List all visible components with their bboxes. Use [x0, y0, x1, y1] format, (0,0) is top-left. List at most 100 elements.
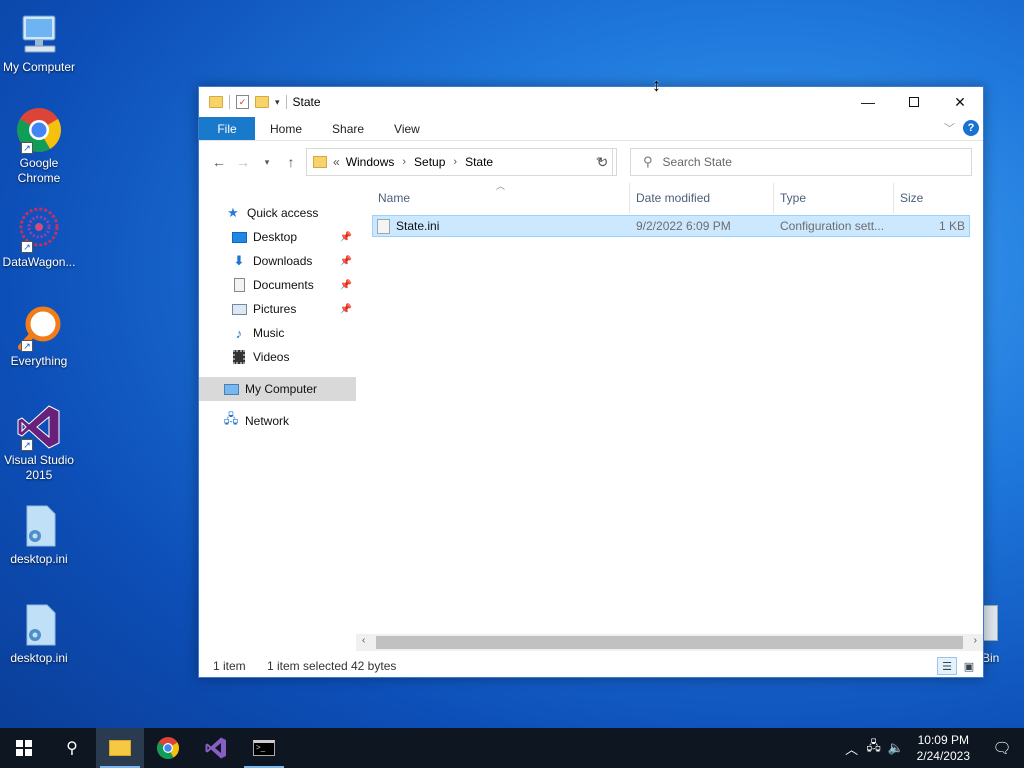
- chevron-right-icon[interactable]: ›: [453, 156, 457, 168]
- help-icon[interactable]: ?: [963, 120, 979, 136]
- desktop-icon-everything[interactable]: ↗ Everything: [0, 304, 78, 369]
- desktop-icon-desktop-ini-1[interactable]: desktop.ini: [0, 502, 78, 567]
- pin-icon[interactable]: 📌: [340, 232, 352, 243]
- nav-documents[interactable]: Documents 📌: [199, 273, 356, 297]
- desktop-icon-label: desktop.ini: [10, 552, 68, 566]
- breadcrumb-windows[interactable]: Windows: [346, 155, 395, 169]
- scroll-left-icon[interactable]: ‹: [362, 635, 365, 646]
- column-header-date-modified[interactable]: Date modified: [630, 183, 774, 213]
- shortcut-arrow-icon: ↗: [21, 241, 33, 253]
- maximize-button[interactable]: [891, 87, 937, 117]
- desktop-icon-label: Bin: [982, 651, 1000, 665]
- address-bar[interactable]: « Windows › Setup › State ﹀: [306, 148, 613, 176]
- desktop-icon-datawagon[interactable]: ↗ DataWagon...: [0, 205, 78, 270]
- network-icon: 🖧: [223, 411, 239, 426]
- nav-label: Network: [245, 414, 290, 428]
- nav-music[interactable]: ♪ Music: [199, 321, 356, 345]
- taskbar-chrome[interactable]: [144, 728, 192, 768]
- properties-icon[interactable]: ✓: [236, 95, 249, 109]
- expand-ribbon-icon[interactable]: ﹀: [944, 120, 955, 136]
- breadcrumb-setup[interactable]: Setup: [414, 155, 445, 169]
- network-icon[interactable]: 🖧: [863, 737, 885, 759]
- tab-file[interactable]: File: [199, 117, 255, 140]
- desktop-icon-label: DataWagon...: [2, 255, 76, 269]
- nav-downloads[interactable]: ⬇ Downloads 📌: [199, 249, 356, 273]
- horizontal-scrollbar[interactable]: ‹ ›: [356, 634, 983, 651]
- taskbar-command-prompt[interactable]: >_: [240, 728, 288, 768]
- breadcrumb-state[interactable]: State: [465, 155, 493, 169]
- recent-locations-button[interactable]: ▾: [255, 150, 279, 174]
- tab-share[interactable]: Share: [317, 117, 379, 140]
- desktop-icon-label: Everything: [10, 354, 68, 368]
- divider: [229, 95, 230, 109]
- desktop-icon-google-chrome[interactable]: ↗ Google Chrome: [0, 106, 78, 186]
- visual-studio-icon: ↗: [15, 403, 63, 451]
- breadcrumb-overflow[interactable]: «: [333, 155, 340, 169]
- ini-file-icon: [15, 502, 63, 550]
- nav-pictures[interactable]: Pictures 📌: [199, 297, 356, 321]
- music-note-icon: ♪: [235, 325, 243, 341]
- file-explorer-window[interactable]: ✓ ▾ State — ✕ File Home Share View ﹀ ? ←…: [198, 86, 984, 678]
- large-icons-view-button[interactable]: ▣: [959, 657, 979, 675]
- nav-my-computer[interactable]: My Computer: [199, 377, 356, 401]
- chevron-right-icon[interactable]: ›: [402, 156, 406, 168]
- status-selection: 1 item selected: [267, 659, 348, 673]
- nav-desktop[interactable]: Desktop 📌: [199, 225, 356, 249]
- clock[interactable]: 10:09 PM 2/24/2023: [917, 732, 970, 764]
- search-input[interactable]: ⚲ Search State: [630, 148, 972, 176]
- nav-quick-access[interactable]: ★ Quick access: [199, 201, 356, 225]
- shortcut-arrow-icon: ↗: [21, 340, 33, 352]
- desktop-icon-my-computer[interactable]: My Computer: [0, 10, 78, 75]
- desktop-icon-desktop-ini-2[interactable]: desktop.ini: [0, 601, 78, 666]
- up-button[interactable]: ↑: [279, 150, 303, 174]
- start-button[interactable]: [0, 728, 48, 768]
- status-item-count: 1 item: [213, 659, 246, 673]
- column-header-type[interactable]: Type: [774, 183, 894, 213]
- pin-icon[interactable]: 📌: [340, 304, 352, 315]
- desktop-icon-visual-studio[interactable]: ↗ Visual Studio 2015: [0, 403, 78, 483]
- taskbar: ⚲ >_ ︿ 🖧 🔈 10:09 PM 2/24/2023 🗨: [0, 728, 1024, 768]
- table-row[interactable]: State.ini 9/2/2022 6:09 PM Configuration…: [372, 215, 970, 237]
- scroll-right-icon[interactable]: ›: [974, 635, 977, 646]
- close-button[interactable]: ✕: [937, 87, 983, 117]
- scrollbar-thumb[interactable]: [376, 636, 963, 649]
- forward-button[interactable]: →: [231, 150, 255, 174]
- refresh-button[interactable]: ↻: [589, 148, 617, 176]
- column-label: Type: [780, 191, 807, 205]
- column-label: Name: [378, 191, 411, 205]
- search-icon: ⚲: [643, 154, 653, 169]
- tab-view[interactable]: View: [379, 117, 435, 140]
- minimize-button[interactable]: —: [845, 87, 891, 117]
- nav-label: Music: [253, 326, 285, 340]
- pin-icon[interactable]: 📌: [340, 280, 352, 291]
- tab-home[interactable]: Home: [255, 117, 317, 140]
- column-header-name[interactable]: Name: [372, 183, 630, 213]
- desktop-icon-recycle-bin[interactable]: Bin: [982, 605, 1022, 665]
- chevron-up-icon[interactable]: ︿: [841, 739, 863, 758]
- column-label: Date modified: [636, 191, 711, 205]
- clock-date: 2/24/2023: [916, 749, 970, 763]
- taskbar-file-explorer[interactable]: [96, 728, 144, 768]
- document-icon: [231, 278, 247, 292]
- title-bar[interactable]: ✓ ▾ State — ✕: [199, 87, 983, 117]
- taskbar-visual-studio[interactable]: [192, 728, 240, 768]
- shortcut-arrow-icon: ↗: [21, 439, 33, 451]
- customize-toolbar-icon[interactable]: ▾: [275, 97, 280, 108]
- notification-icon[interactable]: 🗨: [980, 739, 1024, 757]
- nav-videos[interactable]: Videos: [199, 345, 356, 369]
- file-list[interactable]: ︿ Name Date modified Type Size State.ini…: [356, 181, 983, 655]
- new-folder-icon[interactable]: [255, 96, 269, 108]
- search-button[interactable]: ⚲: [48, 728, 96, 768]
- back-button[interactable]: ←: [207, 150, 231, 174]
- details-view-button[interactable]: ☰: [937, 657, 957, 675]
- file-date-modified: 9/2/2022 6:09 PM: [636, 219, 731, 233]
- volume-icon[interactable]: 🔈: [885, 740, 907, 756]
- column-header-size[interactable]: Size: [894, 183, 974, 213]
- nav-label: Videos: [253, 350, 290, 364]
- star-icon: ★: [227, 205, 239, 220]
- search-icon: ⚲: [66, 740, 78, 757]
- file-type: Configuration sett...: [780, 219, 885, 233]
- windows-logo-icon: [16, 740, 32, 756]
- pin-icon[interactable]: 📌: [340, 256, 352, 267]
- nav-network[interactable]: 🖧 Network: [199, 409, 356, 433]
